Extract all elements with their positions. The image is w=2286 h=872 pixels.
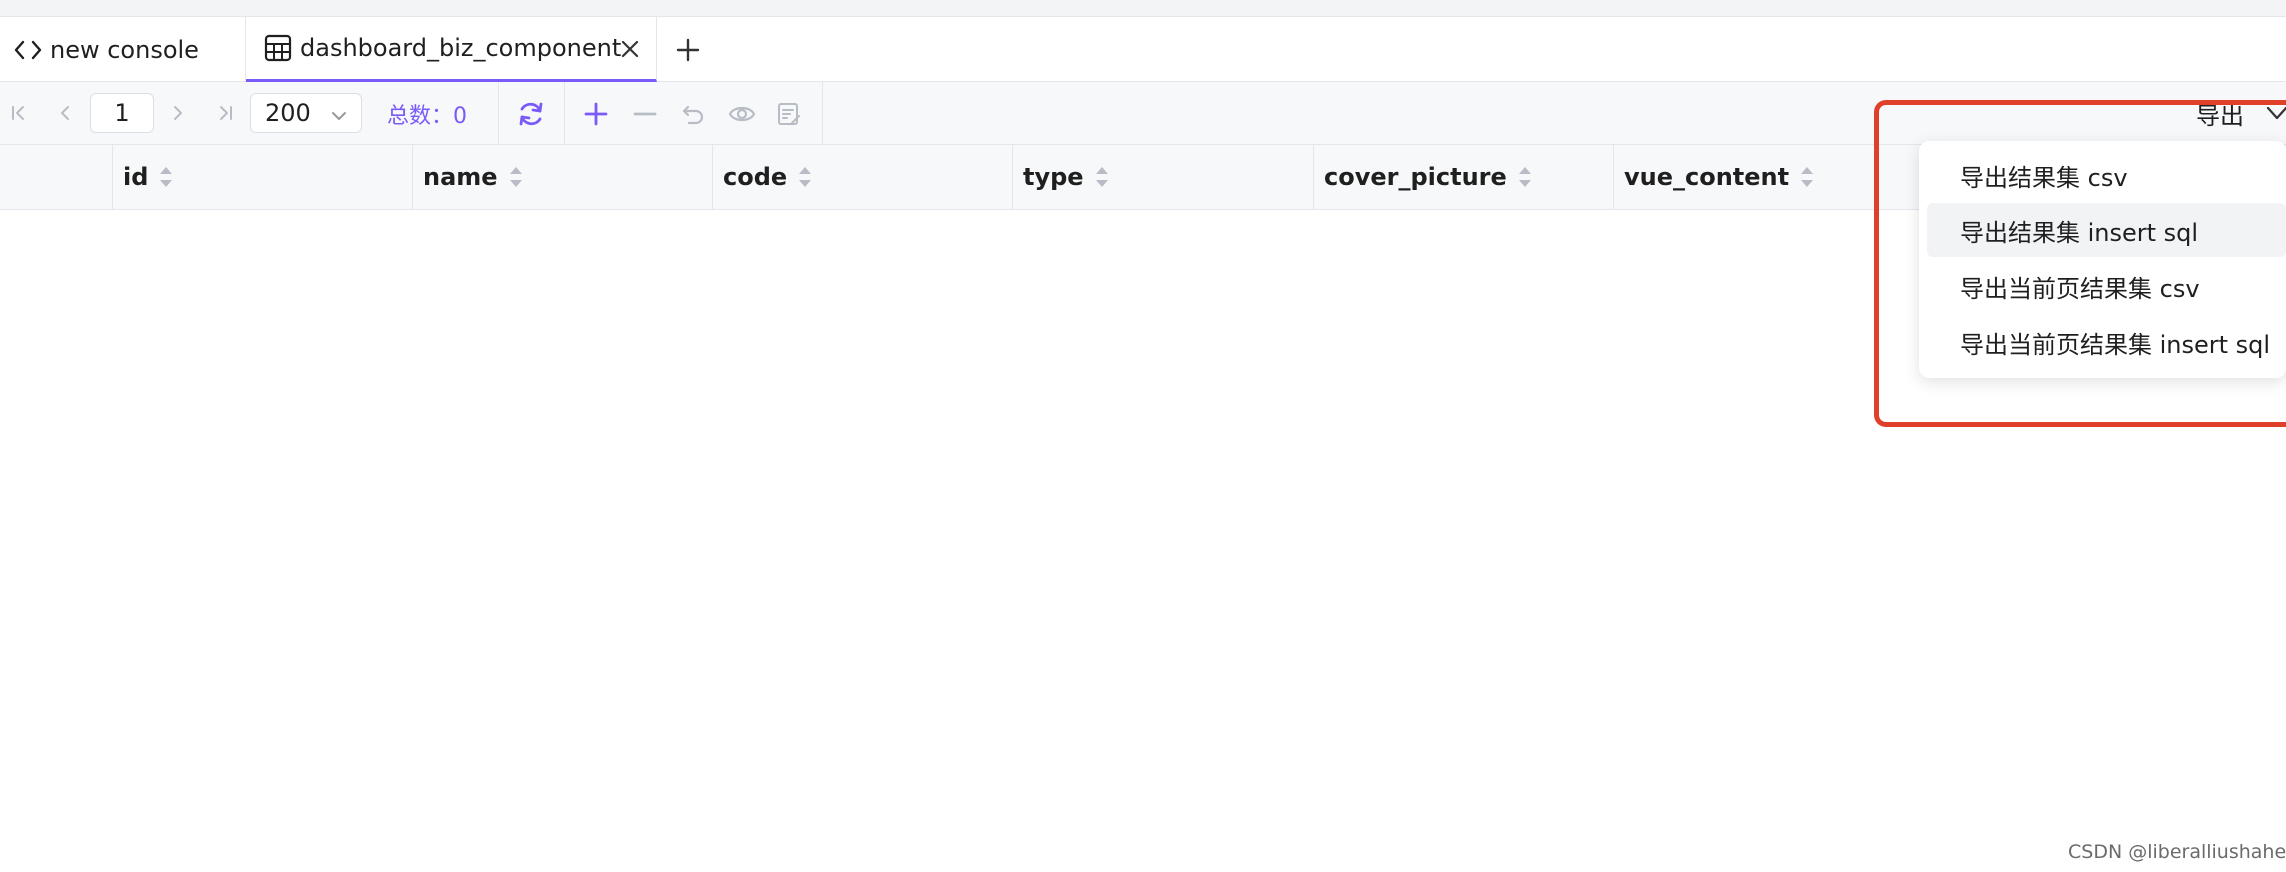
- add-tab-button[interactable]: [672, 34, 704, 66]
- tab-dashboard-biz-component[interactable]: dashboard_biz_component: [246, 17, 657, 82]
- refresh-icon: [519, 102, 543, 126]
- undo-button[interactable]: [678, 99, 708, 129]
- column-header-vue-content[interactable]: vue_content: [1613, 145, 1913, 209]
- total-count: 总数：0: [387, 103, 467, 129]
- column-header-name[interactable]: name: [412, 145, 712, 209]
- delete-row-button[interactable]: [630, 99, 660, 129]
- column-label: name: [423, 163, 498, 191]
- column-label: id: [123, 163, 149, 191]
- watermark: CSDN @liberalliushahe: [2068, 841, 2286, 863]
- code-icon: [14, 39, 42, 61]
- page-number-input[interactable]: 1: [90, 93, 154, 133]
- table-icon: [264, 34, 292, 62]
- plus-icon: [676, 38, 700, 62]
- column-label: type: [1023, 163, 1084, 191]
- tab-label: dashboard_biz_component: [300, 34, 622, 62]
- sort-icon[interactable]: [1799, 164, 1815, 190]
- column-header-code[interactable]: code: [712, 145, 1012, 209]
- tab-label: new console: [50, 35, 199, 64]
- eye-icon: [728, 106, 756, 122]
- sort-icon[interactable]: [508, 164, 524, 190]
- next-page-button[interactable]: [163, 98, 193, 128]
- window-top-strip: [0, 0, 2286, 17]
- sort-icon[interactable]: [797, 164, 813, 190]
- last-page-icon: [220, 106, 232, 120]
- menu-item-export-insert-sql[interactable]: 导出结果集 insert sql: [1927, 203, 2286, 257]
- menu-item-export-csv[interactable]: 导出结果集 csv: [1927, 148, 2286, 202]
- first-page-icon: [12, 106, 24, 120]
- tab-new-console[interactable]: new console: [0, 17, 246, 82]
- chevron-down-icon: [329, 104, 349, 132]
- chevron-right-icon: [174, 106, 182, 120]
- divider: [564, 82, 565, 145]
- page-size-value: 200: [265, 99, 311, 127]
- sort-icon[interactable]: [158, 164, 174, 190]
- close-icon[interactable]: [618, 37, 642, 61]
- menu-item-export-page-insert-sql[interactable]: 导出当前页结果集 insert sql: [1927, 315, 2286, 369]
- minus-icon: [633, 112, 657, 116]
- column-header-id[interactable]: id: [112, 145, 412, 209]
- column-label: cover_picture: [1324, 163, 1507, 191]
- menu-item-export-page-csv[interactable]: 导出当前页结果集 csv: [1927, 259, 2286, 313]
- sql-preview-button[interactable]: [774, 99, 804, 129]
- page-size-select[interactable]: 200: [250, 93, 362, 133]
- undo-icon: [682, 105, 704, 125]
- divider: [822, 82, 823, 145]
- divider: [498, 82, 499, 145]
- add-row-button[interactable]: [581, 99, 611, 129]
- prev-page-button[interactable]: [50, 98, 80, 128]
- document-edit-icon: [778, 103, 800, 125]
- chevron-left-icon: [61, 106, 69, 120]
- export-dropdown-menu: 导出结果集 csv 导出结果集 insert sql 导出当前页结果集 csv …: [1919, 141, 2286, 378]
- sort-icon[interactable]: [1517, 164, 1533, 190]
- tab-bar: new console dashboard_biz_component: [0, 17, 2286, 82]
- column-header-type[interactable]: type: [1012, 145, 1313, 209]
- refresh-button[interactable]: [514, 98, 548, 130]
- column-label: vue_content: [1624, 163, 1790, 191]
- sort-icon[interactable]: [1094, 164, 1110, 190]
- preview-button[interactable]: [726, 99, 758, 129]
- column-header-cover-picture[interactable]: cover_picture: [1313, 145, 1613, 209]
- plus-icon: [584, 102, 608, 126]
- first-page-button[interactable]: [4, 98, 34, 128]
- last-page-button[interactable]: [210, 98, 240, 128]
- column-label: code: [723, 163, 788, 191]
